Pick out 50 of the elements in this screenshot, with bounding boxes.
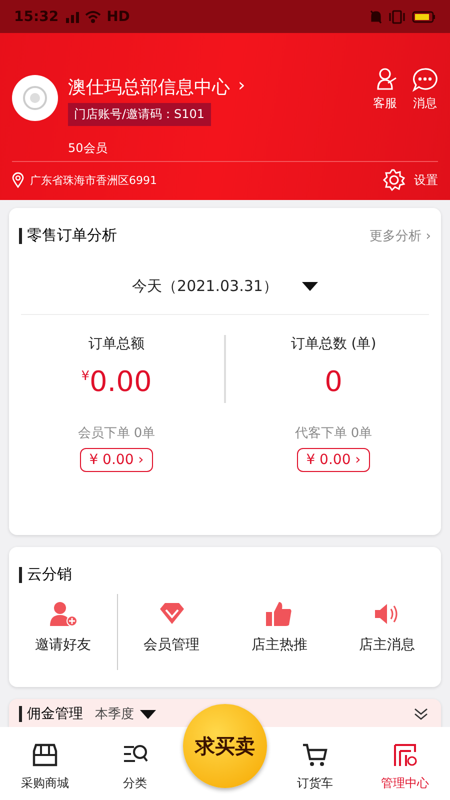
store-address: 广东省珠海市香洲区6991 (30, 172, 157, 188)
stat-label: 订单总额 (88, 335, 144, 353)
network-type: HD (106, 8, 130, 24)
title-bar (19, 228, 22, 244)
tab[interactable]: 管理中心 (360, 741, 450, 792)
date-selector[interactable]: 今天（2021.03.31） (132, 277, 318, 296)
stat-value: ¥0.00 (81, 365, 152, 398)
stat-value: 0 (324, 365, 342, 398)
title-bar (19, 706, 22, 722)
person-add-icon (48, 600, 78, 628)
title-bar (19, 566, 22, 582)
wifi-icon (84, 10, 101, 22)
settings-icon (382, 168, 406, 192)
menu-item[interactable]: 邀请好友 (9, 594, 117, 670)
amount-button[interactable]: ¥ 0.00 › (297, 448, 370, 472)
settings-button[interactable]: 设置 (382, 168, 438, 192)
section-title: 佣金管理 (27, 705, 83, 723)
member-count: 50会员 (68, 140, 108, 157)
section-title: 零售订单分析 (27, 226, 117, 245)
tab[interactable]: 采购商城 (0, 741, 90, 792)
status-time: 15:32 (14, 8, 59, 24)
chevron-icon: › (238, 75, 246, 99)
message-button[interactable]: 消息 (412, 67, 438, 157)
section-title: 云分销 (27, 565, 72, 584)
tab[interactable]: 分类 (90, 741, 180, 792)
store-code: 门店账号/邀请码：S101 (68, 103, 211, 126)
store-icon (31, 741, 59, 769)
menu-item[interactable]: 店主消息 (333, 594, 441, 670)
center-button[interactable]: 求买卖 (183, 704, 267, 788)
tab[interactable]: 订货车 (270, 741, 360, 792)
stat-label: 订单总数 (单) (290, 335, 376, 353)
menu-item[interactable]: 店主热推 (226, 594, 334, 670)
logo-icon (22, 85, 48, 111)
menu-item[interactable]: 会员管理 (118, 594, 226, 670)
vibrate-icon (388, 10, 406, 24)
expand-icon (413, 707, 429, 721)
mute-icon (370, 10, 382, 24)
cart-icon (301, 741, 329, 769)
order-count: 会员下单 0单 (78, 425, 156, 442)
service-button[interactable]: 客服 (372, 67, 398, 157)
order-count: 代客下单 0单 (294, 425, 372, 442)
amount-button[interactable]: ¥ 0.00 › (80, 448, 153, 472)
location-icon (12, 172, 24, 188)
battery-icon (412, 10, 436, 22)
store-name[interactable]: 澳仕玛总部信息中心 (68, 75, 230, 99)
thumbs-up-icon (264, 600, 294, 628)
manage-icon (391, 741, 419, 769)
signal-icon (64, 10, 79, 22)
chat-icon (412, 67, 438, 93)
more-analysis-link[interactable]: 更多分析 › (370, 226, 431, 244)
